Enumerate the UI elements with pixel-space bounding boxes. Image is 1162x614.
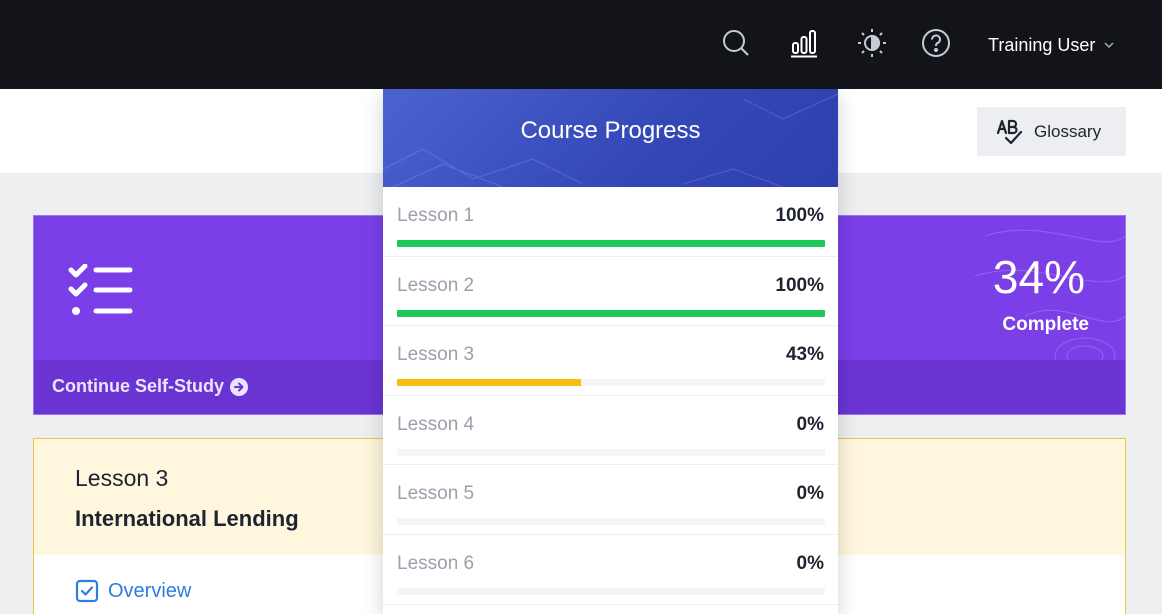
overall-percent-label: Complete [1002,314,1089,335]
chevron-down-icon [1104,42,1114,49]
progress-track [397,518,825,526]
overview-link[interactable]: Overview [75,579,191,603]
lesson-percent: 0% [796,552,824,574]
course-progress-header: Course Progress [383,89,838,187]
lesson-label: Lesson 2 [397,274,475,296]
course-progress-dropdown: Course Progress Lesson 1 100% Lesson 2 1… [383,89,838,614]
lesson-progress-row[interactable]: Lesson 2 100% [383,257,838,327]
progress-track [397,379,825,387]
bar-chart-icon[interactable] [789,28,819,58]
lesson-percent: 100% [775,274,824,296]
top-navigation-bar: Training User [0,0,1162,89]
progress-track [397,587,825,595]
user-menu[interactable]: Training User [988,33,1115,57]
lesson-label: Lesson 1 [397,205,475,226]
overall-percent: 34% [992,251,1085,303]
checklist-icon [68,264,134,320]
lesson-progress-row[interactable]: Lesson 6 0% [383,535,838,605]
glossary-button[interactable]: Glossary [977,107,1126,156]
lesson-progress-row[interactable]: Lesson 1 100% [383,187,838,257]
lesson-label: Lesson 3 [397,344,475,366]
lesson-number: Lesson 3 [75,465,169,491]
overview-label: Overview [108,579,192,602]
lesson-title: International Lending [75,506,299,531]
lesson-progress-row[interactable]: Lesson 3 43% [383,326,838,396]
spellcheck-icon [996,119,1023,144]
lesson-label: Lesson 5 [397,483,475,505]
progress-track [397,448,825,456]
continue-label: Continue Self-Study [52,376,224,396]
lesson-percent: 0% [796,483,824,505]
lesson-progress-list: Lesson 1 100% Lesson 2 100% Lesson 3 43%… [383,187,838,605]
lesson-percent: 100% [775,205,824,226]
progress-fill [397,240,825,247]
lesson-percent: 0% [796,413,824,435]
progress-track [397,309,825,317]
lesson-label: Lesson 4 [397,413,475,435]
lesson-label: Lesson 6 [397,552,475,574]
checkbox-checked-icon [75,579,99,603]
continue-self-study-link[interactable]: Continue Self-Study [52,376,248,397]
search-icon[interactable] [721,28,751,58]
lesson-percent: 43% [785,344,824,366]
glossary-label: Glossary [1034,121,1102,141]
progress-track [397,240,825,247]
lesson-progress-row[interactable]: Lesson 4 0% [383,396,838,466]
user-name: Training User [988,34,1096,55]
course-progress-title: Course Progress [520,117,701,144]
progress-fill [397,309,825,317]
arrow-right-circle-icon [230,377,248,396]
lesson-progress-row[interactable]: Lesson 5 0% [383,465,838,535]
progress-fill [397,379,582,387]
help-icon[interactable] [921,28,951,58]
brightness-icon[interactable] [857,28,887,58]
